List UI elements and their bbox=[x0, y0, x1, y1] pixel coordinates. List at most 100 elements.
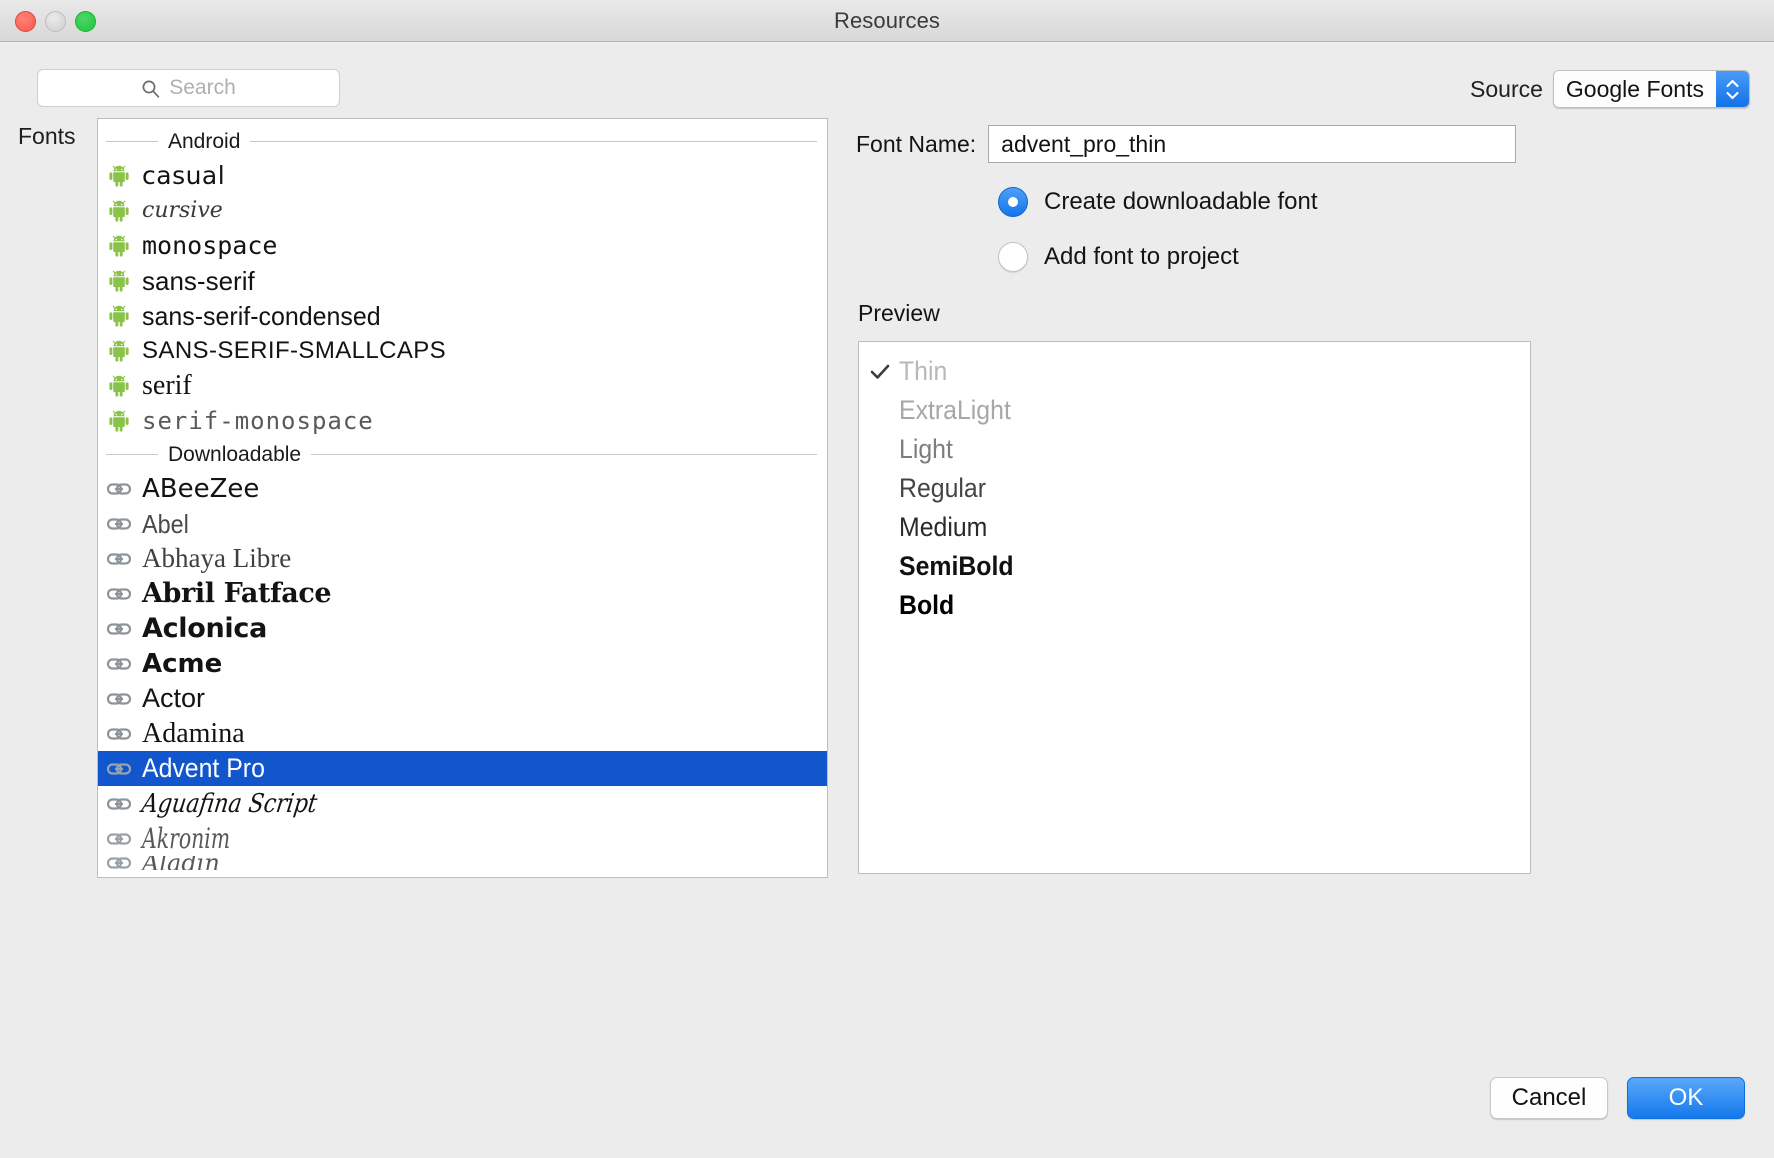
preview-weight-label: Thin bbox=[899, 358, 947, 385]
list-item[interactable]: Aclonica bbox=[98, 611, 827, 646]
link-icon bbox=[106, 692, 132, 706]
preview-weight-label: ExtraLight bbox=[899, 397, 1011, 424]
font-sample-name: Actor bbox=[142, 685, 205, 712]
android-robot-icon bbox=[106, 410, 132, 432]
group-divider-right bbox=[311, 454, 817, 455]
font-sample-name: serif bbox=[142, 372, 192, 400]
list-item[interactable]: Aladin bbox=[98, 856, 827, 870]
radio-option-add-to-project[interactable]: Add font to project bbox=[998, 238, 1318, 276]
font-sample-name: sans-serif-condensed bbox=[142, 303, 381, 329]
group-header-downloadable: Downloadable bbox=[98, 438, 827, 471]
font-sample-name: Aladin bbox=[142, 856, 220, 870]
list-item[interactable]: ABeeZee bbox=[98, 471, 827, 506]
preview-weight-row[interactable]: SemiBold bbox=[859, 547, 1530, 586]
link-icon bbox=[106, 856, 132, 870]
android-robot-icon bbox=[106, 165, 132, 187]
group-title: Downloadable bbox=[168, 443, 301, 467]
font-sample-name: Advent Pro bbox=[142, 755, 265, 782]
preview-label: Preview bbox=[858, 300, 940, 327]
list-item[interactable]: sans-serif-condensed bbox=[98, 298, 827, 333]
list-item[interactable]: Aguafina Script bbox=[98, 786, 827, 821]
preview-weight-label: Light bbox=[899, 436, 953, 463]
source-label: Source bbox=[1470, 76, 1543, 103]
link-icon bbox=[106, 657, 132, 671]
preview-weight-row[interactable]: Medium bbox=[859, 508, 1530, 547]
chevron-up-down-icon bbox=[1716, 71, 1749, 107]
list-item[interactable]: casual bbox=[98, 158, 827, 193]
source-selector-row: Source Google Fonts bbox=[1470, 70, 1750, 108]
link-icon bbox=[106, 797, 132, 811]
radio-indicator[interactable] bbox=[998, 242, 1028, 272]
preview-panel[interactable]: Thin ExtraLight Light Regular Medium Sem… bbox=[858, 341, 1531, 874]
font-sample-name: Acme bbox=[142, 651, 222, 677]
preview-weight-label: Bold bbox=[899, 592, 954, 619]
font-name-input[interactable]: advent_pro_thin bbox=[988, 125, 1516, 163]
radio-option-create-downloadable[interactable]: Create downloadable font bbox=[998, 183, 1318, 221]
source-dropdown[interactable]: Google Fonts bbox=[1553, 70, 1750, 108]
preview-weight-row[interactable]: Regular bbox=[859, 469, 1530, 508]
checkmark-icon bbox=[869, 364, 891, 380]
window-title: Resources bbox=[0, 8, 1774, 34]
list-item-selected[interactable]: Advent Pro bbox=[98, 751, 827, 786]
link-icon bbox=[106, 517, 132, 531]
list-item[interactable]: serif bbox=[98, 368, 827, 403]
list-item[interactable]: serif-monospace bbox=[98, 403, 827, 438]
font-sample-name: Aguafina Script bbox=[140, 791, 319, 817]
android-robot-icon bbox=[106, 270, 132, 292]
source-dropdown-value: Google Fonts bbox=[1554, 71, 1716, 107]
list-item[interactable]: Akronim bbox=[98, 821, 827, 856]
group-divider-left bbox=[106, 454, 158, 455]
list-item[interactable]: cursive bbox=[98, 193, 827, 228]
group-divider-left bbox=[106, 141, 158, 142]
preview-weight-label: Regular bbox=[899, 475, 986, 502]
fonts-list-scroll[interactable]: Android casual bbox=[98, 119, 827, 877]
ok-button[interactable]: OK bbox=[1627, 1077, 1745, 1119]
font-sample-name: cursive bbox=[142, 200, 223, 222]
preview-weight-row[interactable]: ExtraLight bbox=[859, 391, 1530, 430]
list-item[interactable]: Adamina bbox=[98, 716, 827, 751]
radio-label: Add font to project bbox=[1044, 243, 1239, 271]
search-icon bbox=[141, 79, 160, 98]
list-item[interactable]: Abril Fatface bbox=[98, 576, 827, 611]
font-mode-radio-group: Create downloadable font Add font to pro… bbox=[998, 183, 1318, 293]
search-placeholder: Search bbox=[169, 76, 236, 100]
font-sample-name: Akronim bbox=[142, 825, 230, 853]
preview-weight-row[interactable]: Thin bbox=[859, 352, 1530, 391]
list-item[interactable]: SANS-SERIF-SMALLCAPS bbox=[98, 333, 827, 368]
fonts-label: Fonts bbox=[18, 123, 76, 150]
font-name-label: Font Name: bbox=[856, 131, 976, 158]
list-item[interactable]: sans-serif bbox=[98, 263, 827, 298]
font-sample-name: SANS-SERIF-SMALLCAPS bbox=[142, 339, 446, 363]
link-icon bbox=[106, 587, 132, 601]
fonts-list[interactable]: Android casual bbox=[97, 118, 828, 878]
list-item[interactable]: Abhaya Libre bbox=[98, 541, 827, 576]
preview-weight-row[interactable]: Bold bbox=[859, 586, 1530, 625]
search-input[interactable]: Search bbox=[37, 69, 340, 107]
android-robot-icon bbox=[106, 375, 132, 397]
font-sample-name: Abhaya Libre bbox=[142, 545, 291, 572]
android-robot-icon bbox=[106, 235, 132, 257]
font-sample-name: casual bbox=[142, 163, 225, 188]
preview-weight-row[interactable]: Light bbox=[859, 430, 1530, 469]
list-item[interactable]: Abel bbox=[98, 506, 827, 541]
link-icon bbox=[106, 482, 132, 496]
font-sample-name: Aclonica bbox=[142, 615, 267, 642]
font-sample-name: Abril Fatface bbox=[142, 580, 331, 607]
radio-indicator-selected[interactable] bbox=[998, 187, 1028, 217]
list-item[interactable]: Actor bbox=[98, 681, 827, 716]
link-icon bbox=[106, 762, 132, 776]
dialog-footer: Cancel OK bbox=[1490, 1077, 1745, 1119]
list-item[interactable]: Acme bbox=[98, 646, 827, 681]
radio-label: Create downloadable font bbox=[1044, 188, 1318, 216]
list-item[interactable]: monospace bbox=[98, 228, 827, 263]
preview-weight-label: SemiBold bbox=[899, 553, 1014, 580]
font-sample-name: sans-serif bbox=[142, 268, 255, 294]
link-icon bbox=[106, 622, 132, 636]
font-sample-name: Abel bbox=[142, 511, 189, 537]
android-robot-icon bbox=[106, 200, 132, 222]
font-sample-name: serif-monospace bbox=[142, 409, 374, 433]
cancel-button[interactable]: Cancel bbox=[1490, 1077, 1608, 1119]
link-icon bbox=[106, 727, 132, 741]
font-name-row: Font Name: advent_pro_thin bbox=[856, 125, 1516, 163]
window-titlebar: Resources bbox=[0, 0, 1774, 42]
